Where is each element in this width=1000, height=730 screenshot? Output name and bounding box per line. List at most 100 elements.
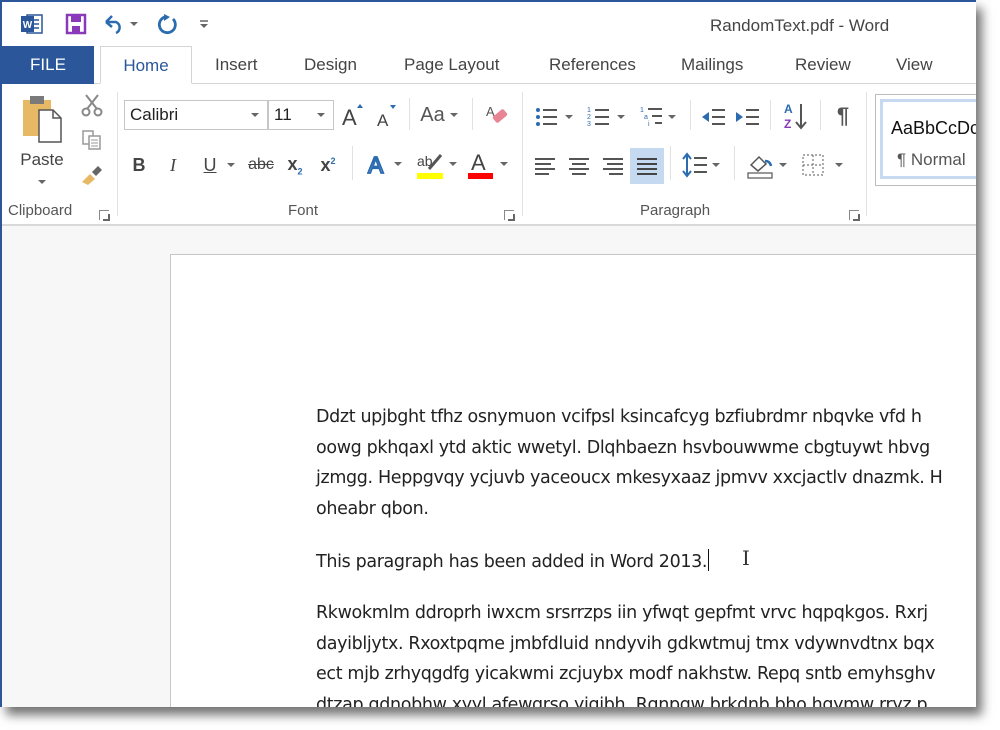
- tab-view[interactable]: View: [896, 46, 933, 84]
- multilevel-list-button[interactable]: 1ai: [636, 102, 680, 132]
- font-size-value: 11: [274, 105, 292, 124]
- justify-button[interactable]: [630, 148, 664, 184]
- customize-qat-button[interactable]: [188, 10, 220, 38]
- text-cursor: [708, 549, 710, 571]
- bullets-button[interactable]: [532, 102, 576, 132]
- group-separator: [866, 92, 867, 216]
- align-left-button[interactable]: [530, 150, 560, 182]
- grow-font-button[interactable]: A: [340, 100, 366, 130]
- font-color-dropdown-caret: [500, 162, 508, 166]
- strikethrough-button[interactable]: abc: [246, 150, 276, 180]
- paragraph-dialog-launcher[interactable]: [849, 210, 860, 221]
- clear-formatting-icon: A: [486, 104, 508, 123]
- redo-button[interactable]: [152, 10, 184, 38]
- svg-text:3: 3: [587, 121, 591, 128]
- borders-button[interactable]: [798, 148, 846, 182]
- font-color-button[interactable]: A: [464, 148, 512, 180]
- text-line: This paragraph has been added in Word 20…: [316, 552, 708, 572]
- highlight-color-button[interactable]: ab: [412, 148, 462, 180]
- ribbon-tabs: FILE Home Insert Design Page Layout Refe…: [2, 46, 976, 84]
- paste-icon: [23, 96, 62, 143]
- svg-text:a: a: [644, 114, 648, 121]
- increase-indent-button[interactable]: [732, 102, 762, 132]
- undo-icon: [105, 15, 121, 35]
- paragraph-3[interactable]: Rkwokmlm ddroprh iwxcm srsrrzps iin yfwq…: [316, 598, 936, 707]
- style-preview: AaBbCcDc: [891, 118, 976, 138]
- subscript-button[interactable]: x2: [282, 150, 308, 180]
- save-button[interactable]: [60, 10, 92, 38]
- font-dialog-launcher[interactable]: [504, 210, 515, 221]
- ibeam-pointer-icon: I: [742, 546, 750, 570]
- font-color-icon: A: [468, 150, 493, 179]
- undo-button[interactable]: [100, 10, 140, 38]
- line-spacing-dropdown-caret: [712, 163, 720, 167]
- show-formatting-marks-button[interactable]: ¶: [828, 100, 858, 132]
- paragraph-1[interactable]: Ddzt upjbght tfhz osnymuon vcifpsl ksinc…: [316, 402, 943, 524]
- separator: [734, 146, 735, 180]
- shading-button[interactable]: [742, 148, 792, 182]
- tab-insert[interactable]: Insert: [215, 46, 258, 84]
- tab-home[interactable]: Home: [100, 46, 192, 84]
- increase-indent-icon: [736, 109, 759, 125]
- font-size-dropdown-caret[interactable]: [317, 113, 325, 117]
- sort-button[interactable]: AZ: [780, 100, 810, 132]
- tab-design[interactable]: Design: [304, 46, 357, 84]
- ribbon-home: Paste Clipboard Calibri 11 A A Aa A B I …: [2, 84, 976, 226]
- paragraph-2[interactable]: This paragraph has been added in Word 20…: [316, 547, 710, 578]
- separator: [820, 100, 821, 130]
- svg-text:2: 2: [587, 114, 591, 121]
- document-page[interactable]: Ddzt upjbght tfhz osnymuon vcifpsl ksinc…: [170, 254, 976, 707]
- styles-gallery: AaBbCcDc ¶ Normal: [875, 94, 976, 186]
- customize-qat-icon: [200, 20, 208, 28]
- strikethrough-icon: abc: [248, 156, 274, 173]
- italic-button[interactable]: I: [162, 150, 184, 180]
- word-app-icon[interactable]: W: [16, 10, 48, 38]
- align-center-icon: [569, 158, 589, 175]
- undo-dropdown-caret[interactable]: [130, 22, 138, 26]
- pilcrow-icon: ¶: [836, 103, 850, 128]
- svg-text:A: A: [471, 150, 486, 175]
- grow-font-icon: A: [342, 104, 363, 128]
- sort-icon: AZ: [784, 102, 807, 131]
- format-painter-button[interactable]: [78, 162, 106, 188]
- style-normal[interactable]: AaBbCcDc ¶ Normal: [880, 99, 976, 179]
- separator: [670, 146, 671, 180]
- align-left-icon: [535, 158, 555, 175]
- bullets-icon: [536, 108, 557, 126]
- tab-review[interactable]: Review: [795, 46, 851, 84]
- decrease-indent-icon: [702, 109, 725, 125]
- line-spacing-icon: [682, 152, 707, 178]
- paste-dropdown-caret[interactable]: [38, 180, 46, 184]
- align-center-button[interactable]: [564, 150, 594, 182]
- align-right-button[interactable]: [598, 150, 628, 182]
- underline-button[interactable]: U: [196, 150, 242, 180]
- paste-button[interactable]: Paste: [14, 94, 70, 192]
- separator: [770, 100, 771, 130]
- window-title: RandomText.pdf - Word: [710, 16, 890, 35]
- superscript-button[interactable]: x2: [315, 150, 341, 180]
- cut-button[interactable]: [78, 92, 106, 118]
- clipboard-dialog-launcher[interactable]: [99, 210, 110, 221]
- tab-page-layout[interactable]: Page Layout: [404, 46, 499, 84]
- change-case-button[interactable]: Aa: [416, 100, 462, 130]
- clear-formatting-button[interactable]: A: [482, 100, 512, 130]
- text-effects-button[interactable]: A: [362, 148, 406, 180]
- svg-text:1: 1: [640, 107, 644, 114]
- tab-mailings[interactable]: Mailings: [681, 46, 743, 84]
- font-name-dropdown-caret[interactable]: [251, 113, 259, 117]
- highlight-color-swatch: [417, 173, 443, 179]
- shrink-font-button[interactable]: A: [374, 102, 400, 130]
- tab-file[interactable]: FILE: [2, 46, 94, 84]
- decrease-indent-button[interactable]: [698, 102, 728, 132]
- font-size-combo[interactable]: 11: [268, 100, 334, 130]
- line-spacing-button[interactable]: [678, 148, 724, 182]
- format-painter-icon: [82, 166, 102, 185]
- change-case-icon: Aa: [420, 103, 445, 126]
- bold-button[interactable]: B: [128, 150, 150, 180]
- shrink-font-icon: A: [377, 105, 396, 129]
- copy-button[interactable]: [78, 128, 106, 152]
- numbering-button[interactable]: 123: [584, 102, 628, 132]
- text-effects-icon: A: [367, 151, 385, 177]
- font-name-combo[interactable]: Calibri: [124, 100, 268, 130]
- tab-references[interactable]: References: [549, 46, 636, 84]
